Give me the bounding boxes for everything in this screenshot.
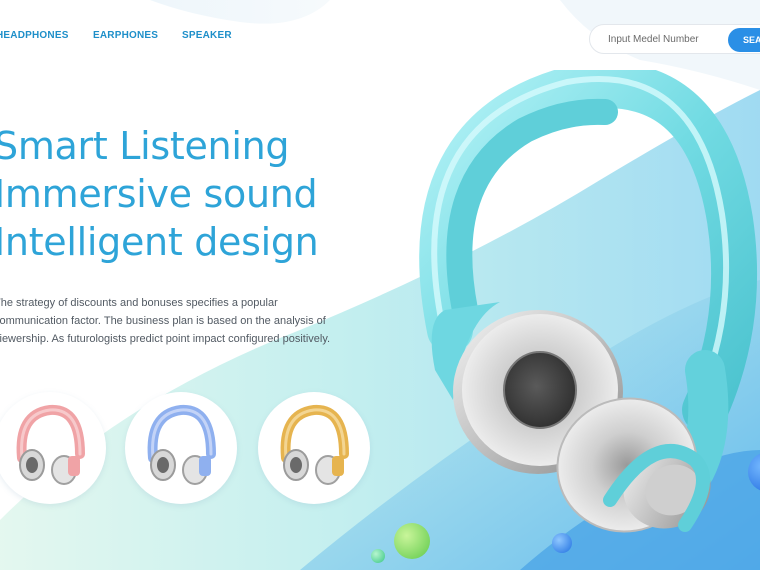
headphones-blue-icon — [147, 404, 216, 485]
product-thumb-blue[interactable] — [125, 392, 237, 504]
headphones-gold-icon — [280, 404, 349, 485]
headphones-hero-icon — [419, 62, 758, 533]
hero-heading: Smart Listening Immersive sound Intellig… — [0, 122, 319, 266]
green-bubble-large — [394, 523, 430, 559]
model-number-input[interactable] — [608, 32, 726, 47]
search-box: SEARCH — [589, 24, 760, 54]
nav-item-headphones[interactable]: HEADPHONES — [0, 30, 69, 41]
product-thumb-pink[interactable] — [0, 392, 106, 504]
hero-line-3: Intelligent design — [0, 220, 319, 264]
blue-bubble — [552, 533, 572, 553]
search-button[interactable]: SEARCH — [728, 28, 760, 52]
hero-line-1: Smart Listening — [0, 124, 290, 168]
headphones-pink-icon — [16, 404, 85, 485]
nav-item-earphones[interactable]: EARPHONES — [93, 30, 158, 41]
hero-line-2: Immersive sound — [0, 172, 318, 216]
hero-headphones-image — [405, 62, 760, 545]
nav-item-speaker[interactable]: SPEAKER — [182, 30, 232, 41]
hero-description: The strategy of discounts and bonuses sp… — [0, 297, 331, 345]
green-bubble-small — [371, 549, 385, 563]
product-thumb-gold[interactable] — [258, 392, 370, 504]
